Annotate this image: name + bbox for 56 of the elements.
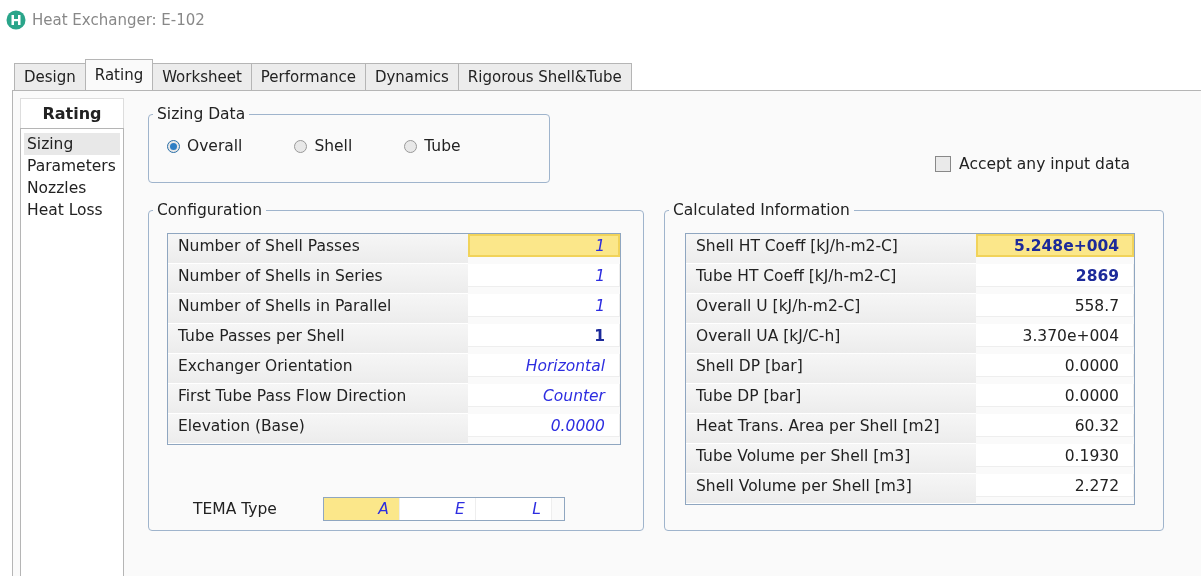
- tab[interactable]: Performance: [250, 63, 366, 90]
- value-field[interactable]: 0.1930: [976, 444, 1134, 467]
- property-label: Elevation (Base): [168, 414, 468, 444]
- radio-option[interactable]: Shell: [294, 137, 353, 155]
- property-label: Tube DP [bar]: [686, 384, 976, 414]
- property-label: Tube Volume per Shell [m3]: [686, 444, 976, 474]
- property-label: Exchanger Orientation: [168, 354, 468, 384]
- sidebar-item[interactable]: Heat Loss: [24, 199, 120, 221]
- property-label: Shell Volume per Shell [m3]: [686, 474, 976, 504]
- radio-option[interactable]: Tube: [404, 137, 461, 155]
- value-field[interactable]: 2869: [976, 264, 1134, 287]
- property-label: Tube HT Coeff [kJ/h-m2-C]: [686, 264, 976, 294]
- radio-option[interactable]: Overall: [167, 137, 243, 155]
- property-label: Overall UA [kJ/C-h]: [686, 324, 976, 354]
- property-label: Tube Passes per Shell: [168, 324, 468, 354]
- value-field[interactable]: 558.7: [976, 294, 1134, 317]
- tab[interactable]: Rating: [84, 59, 154, 90]
- tab[interactable]: Rigorous Shell&Tube: [457, 63, 632, 90]
- sidebar-title: Rating: [20, 98, 124, 128]
- property-label: Heat Trans. Area per Shell [m2]: [686, 414, 976, 444]
- property-label: Number of Shells in Series: [168, 264, 468, 294]
- sidebar-item[interactable]: Nozzles: [24, 177, 120, 199]
- app-logo-icon: [6, 10, 26, 30]
- property-label: First Tube Pass Flow Direction: [168, 384, 468, 414]
- window-title: Heat Exchanger: E-102: [32, 11, 205, 29]
- value-field[interactable]: 0.0000: [468, 414, 620, 437]
- tab[interactable]: Design: [14, 63, 86, 90]
- value-field[interactable]: 0.0000: [976, 354, 1134, 377]
- value-field[interactable]: 1: [468, 324, 620, 347]
- value-field[interactable]: 1: [468, 264, 620, 287]
- tab[interactable]: Worksheet: [152, 63, 252, 90]
- property-label: Shell DP [bar]: [686, 354, 976, 384]
- value-field[interactable]: 2.272: [976, 474, 1134, 497]
- group-title: Configuration: [156, 201, 264, 219]
- value-field[interactable]: 0.0000: [976, 384, 1134, 407]
- property-label: Number of Shell Passes: [168, 234, 468, 264]
- tema-cell[interactable]: E: [399, 498, 476, 520]
- value-field[interactable]: 1: [468, 234, 620, 257]
- sidebar-item[interactable]: Sizing: [24, 133, 120, 155]
- group-title: Sizing Data: [156, 105, 247, 123]
- value-field[interactable]: 60.32: [976, 414, 1134, 437]
- property-label: Shell HT Coeff [kJ/h-m2-C]: [686, 234, 976, 264]
- group-title: Calculated Information: [672, 201, 851, 219]
- property-label: Number of Shells in Parallel: [168, 294, 468, 324]
- tab[interactable]: Dynamics: [364, 63, 459, 90]
- value-field[interactable]: Horizontal: [468, 354, 620, 377]
- value-field[interactable]: 1: [468, 294, 620, 317]
- tema-cell[interactable]: L: [475, 498, 552, 520]
- tema-cell[interactable]: A: [323, 498, 400, 520]
- property-label: Overall U [kJ/h-m2-C]: [686, 294, 976, 324]
- value-field[interactable]: 5.248e+004: [976, 234, 1134, 257]
- accept-checkbox[interactable]: Accept any input data: [935, 127, 1130, 201]
- value-field[interactable]: Counter: [468, 384, 620, 407]
- tema-type-label: TEMA Type: [193, 500, 277, 518]
- sidebar-item[interactable]: Parameters: [24, 155, 120, 177]
- value-field[interactable]: 3.370e+004: [976, 324, 1134, 347]
